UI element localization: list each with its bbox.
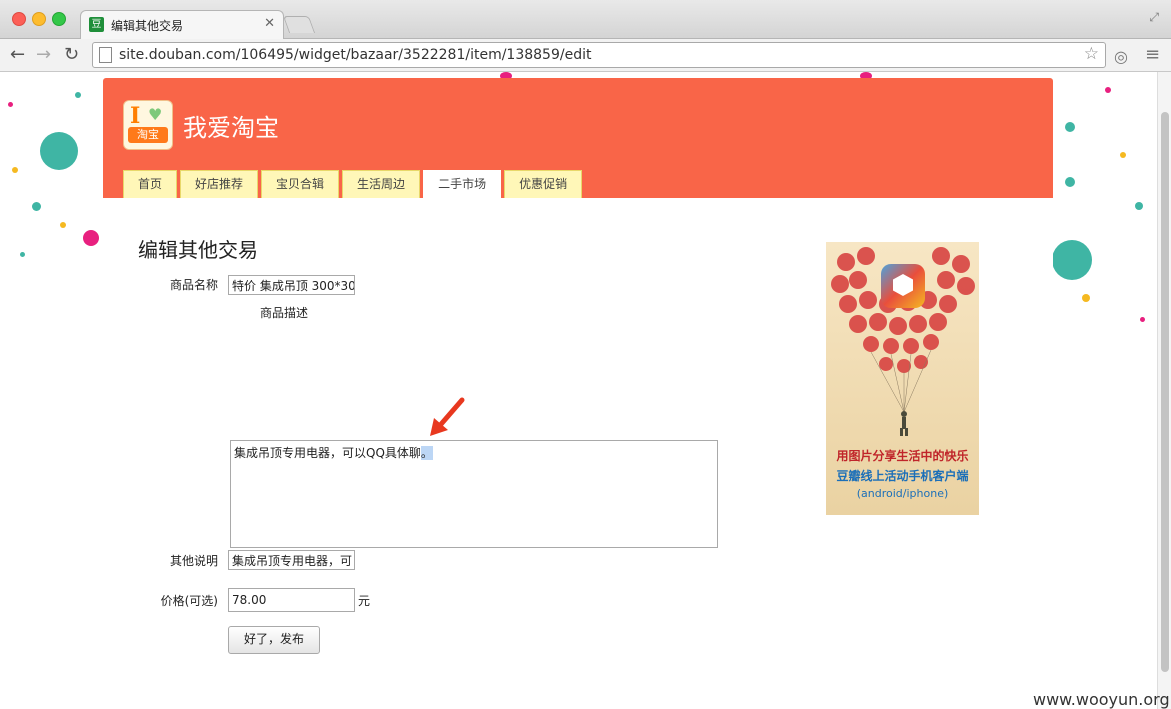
decor-dot: [1120, 152, 1126, 158]
page-icon: [99, 47, 112, 63]
other-notes-input[interactable]: 集成吊顶专用电器，可: [228, 550, 355, 570]
decor-dot: [1135, 202, 1143, 210]
nav-tab-shops[interactable]: 好店推荐: [180, 170, 259, 198]
other-label: 其他说明: [169, 554, 218, 568]
decor-dot: [75, 92, 81, 98]
new-tab-button[interactable]: [282, 16, 316, 33]
desc-selected-text: 。: [420, 446, 433, 460]
page-viewport: I ♥ 淘宝 我爱淘宝 首页 好店推荐 宝贝合辑 生活周边 二手市场 优惠促销 …: [0, 72, 1157, 709]
decor-dot: [12, 167, 18, 173]
logo-text: 淘宝: [128, 127, 168, 143]
site-header: I ♥ 淘宝 我爱淘宝 首页 好店推荐 宝贝合辑 生活周边 二手市场 优惠促销: [103, 78, 1053, 198]
nav-tab-life[interactable]: 生活周边: [342, 170, 421, 198]
page-title: 编辑其他交易: [138, 238, 258, 262]
ad-line3: (android/iphone): [856, 487, 949, 500]
decor-dot: [60, 222, 66, 228]
desc-label: 商品描述: [259, 306, 308, 320]
browser-toolbar: ← → ↻ site.douban.com/106495/widget/baza…: [0, 39, 1171, 72]
decor-dot: [20, 252, 25, 257]
scrollbar-thumb[interactable]: [1161, 112, 1169, 672]
maximize-window-button[interactable]: [52, 12, 66, 26]
decor-dot: [1140, 317, 1145, 322]
heart-icon: ♥: [148, 105, 163, 124]
annotation-arrow: [430, 397, 465, 436]
watermark: www.wooyun.org: [1033, 690, 1170, 709]
nav-tab-collections[interactable]: 宝贝合辑: [261, 170, 340, 198]
decor-dot: [1052, 240, 1092, 280]
browser-tab[interactable]: 豆 编辑其他交易 ✕: [80, 10, 284, 39]
price-unit: 元: [358, 594, 371, 608]
decor-dot: [8, 102, 13, 107]
close-tab-icon[interactable]: ✕: [264, 16, 275, 31]
ad-line2: 豆瓣线上活动手机客户端: [836, 469, 969, 483]
url-text: site.douban.com/106495/widget/bazaar/352…: [119, 47, 592, 63]
decor-dot: [83, 230, 99, 246]
publish-button[interactable]: 好了，发布: [228, 626, 320, 654]
bookmark-star-icon[interactable]: ☆: [1084, 44, 1099, 64]
tab-title: 编辑其他交易: [111, 19, 184, 33]
decor-dot: [1105, 87, 1111, 93]
extension-icon[interactable]: ◎: [1114, 47, 1128, 66]
site-logo[interactable]: I ♥ 淘宝: [123, 100, 173, 150]
logo-letter: I: [130, 103, 141, 129]
decor-dot: [1065, 122, 1075, 132]
reload-icon[interactable]: ↻: [64, 44, 79, 65]
decor-dot: [40, 132, 78, 170]
close-window-button[interactable]: [12, 12, 26, 26]
item-name-input[interactable]: 特价 集成吊顶 300*30: [228, 275, 355, 295]
price-input[interactable]: 78.00: [228, 588, 355, 612]
decor-dot: [32, 202, 41, 211]
name-label: 商品名称: [169, 278, 218, 292]
item-description-textarea[interactable]: 集成吊顶专用电器，可以QQ具体聊。: [230, 440, 718, 548]
nav-tab-home[interactable]: 首页: [123, 170, 178, 198]
site-nav: 首页 好店推荐 宝贝合辑 生活周边 二手市场 优惠促销: [123, 170, 583, 198]
back-icon[interactable]: ←: [10, 44, 25, 65]
menu-icon[interactable]: ≡: [1145, 44, 1160, 65]
minimize-window-button[interactable]: [32, 12, 46, 26]
decor-dot: [1082, 294, 1090, 302]
douban-favicon-icon: 豆: [89, 17, 104, 32]
forward-icon[interactable]: →: [36, 44, 51, 65]
app-logo-icon: [881, 264, 925, 308]
window-titlebar: 豆 编辑其他交易 ✕ ⤢: [0, 0, 1171, 39]
site-title[interactable]: 我爱淘宝: [183, 108, 279, 143]
nav-tab-promotions[interactable]: 优惠促销: [504, 170, 583, 198]
ad-line1: 用图片分享生活中的快乐: [836, 449, 969, 463]
decor-dot: [1065, 177, 1075, 187]
price-label: 价格(可选): [160, 594, 218, 608]
desc-text: 集成吊顶专用电器，可以QQ具体聊: [234, 446, 421, 460]
scrollbar[interactable]: [1157, 72, 1171, 709]
address-bar[interactable]: site.douban.com/106495/widget/bazaar/352…: [92, 42, 1106, 68]
nav-tab-secondhand[interactable]: 二手市场: [423, 170, 502, 198]
fullscreen-icon[interactable]: ⤢: [1149, 10, 1159, 25]
douban-app-ad[interactable]: 用图片分享生活中的快乐 豆瓣线上活动手机客户端 (android/iphone): [826, 242, 979, 515]
